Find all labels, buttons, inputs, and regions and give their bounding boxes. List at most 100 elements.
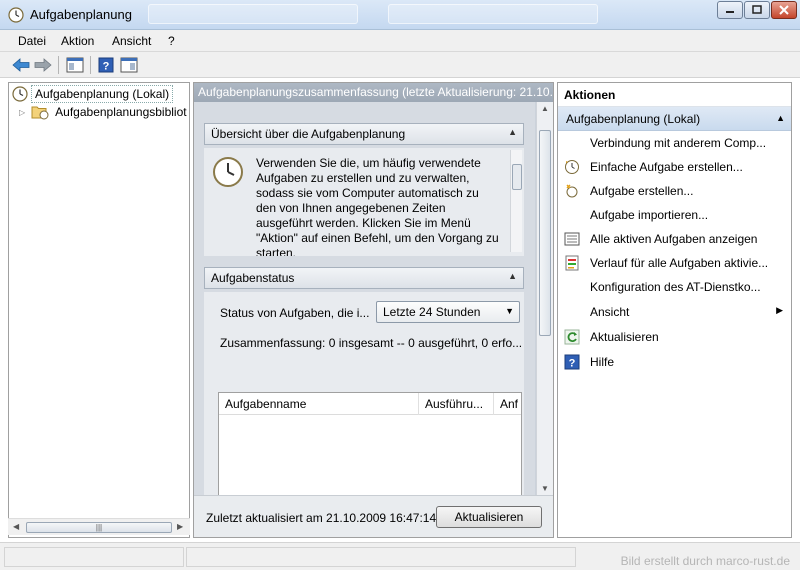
summary-footer: Zuletzt aktualisiert am 21.10.2009 16:47… — [194, 495, 553, 537]
help-button[interactable]: ? — [95, 55, 117, 75]
collapse-icon[interactable]: ▲ — [776, 113, 785, 123]
action-create-basic-task[interactable]: Einfache Aufgabe erstellen... — [558, 155, 791, 179]
summary-header: Aufgabenplanungszusammenfassung (letzte … — [194, 83, 553, 102]
chevron-down-icon: ▼ — [505, 306, 514, 316]
minimize-icon — [726, 11, 734, 13]
tree-item-library[interactable]: ▷ Aufgabenplanungsbibliot — [19, 103, 189, 121]
menu-datei[interactable]: Datei — [18, 34, 46, 48]
status-cell — [4, 547, 184, 567]
menu-bar: Datei Aktion Ansicht ? — [0, 30, 800, 52]
overview-scrollbar[interactable] — [510, 150, 522, 252]
status-section-header[interactable]: Aufgabenstatus ▲ — [204, 267, 524, 289]
refresh-button[interactable]: Aktualisieren — [436, 506, 542, 528]
scrollbar-thumb[interactable] — [512, 164, 522, 190]
svg-text:?: ? — [569, 358, 576, 370]
overview-section-header[interactable]: Übersicht über die Aufgabenplanung ▲ — [204, 123, 524, 145]
actions-group-header[interactable]: Aufgabenplanung (Lokal) ▲ — [558, 107, 791, 131]
action-label: Verbindung mit anderem Comp... — [590, 136, 767, 150]
toolbar-separator — [90, 56, 91, 74]
action-label: Aktualisieren — [590, 330, 659, 344]
tree-horizontal-scrollbar[interactable]: ◀ ||| ▶ — [8, 518, 190, 535]
status-cell — [186, 547, 576, 567]
status-period-select[interactable]: Letzte 24 Stunden ▼ — [376, 301, 520, 323]
scroll-down-icon[interactable]: ▼ — [541, 484, 549, 493]
action-help[interactable]: ? Hilfe — [558, 350, 791, 374]
close-icon — [779, 5, 789, 15]
summary-body: Übersicht über die Aufgabenplanung ▲ Ver… — [194, 102, 535, 537]
select-value: Letzte 24 Stunden — [383, 305, 481, 319]
action-import-task[interactable]: Aufgabe importieren... — [558, 203, 791, 227]
action-label: Aufgabe importieren... — [590, 208, 709, 222]
help-icon: ? — [564, 354, 580, 370]
menu-ansicht[interactable]: Ansicht — [112, 34, 151, 48]
refresh-icon — [564, 329, 580, 345]
status-filter-label: Status von Aufgaben, die i... — [220, 306, 370, 320]
maximize-icon — [752, 5, 762, 14]
console-tree: Aufgabenplanung (Lokal) ▷ Aufgabenplanun… — [8, 82, 190, 538]
tree-item-label: Aufgabenplanungsbibliot — [55, 105, 187, 119]
folder-clock-icon — [31, 106, 49, 120]
action-label: Einfache Aufgabe erstellen... — [590, 160, 743, 174]
column-header-run-result[interactable]: Ausführu... — [419, 393, 494, 415]
maximize-button[interactable] — [744, 1, 770, 19]
action-label: Alle aktiven Aufgaben anzeigen — [590, 232, 758, 246]
action-connect-computer[interactable]: Verbindung mit anderem Comp... — [558, 131, 791, 155]
menu-help[interactable]: ? — [168, 34, 175, 48]
back-button[interactable] — [10, 55, 32, 75]
action-label: Konfiguration des AT-Dienstko... — [590, 280, 761, 294]
window-title: Aufgabenplanung — [30, 7, 132, 22]
action-label: Verlauf für alle Aufgaben aktivie... — [590, 256, 769, 270]
clock-star-icon — [565, 160, 579, 174]
overview-title: Übersicht über die Aufgabenplanung — [211, 127, 406, 141]
arrow-right-icon — [34, 58, 52, 72]
task-create-icon — [566, 184, 578, 198]
overview-text: Verwenden Sie die, um häufig verwendete … — [256, 156, 499, 256]
toolbar: ? — [0, 52, 800, 78]
scroll-left-icon[interactable]: ◀ — [13, 522, 19, 531]
background-window-ghost — [388, 4, 598, 24]
show-hide-action-pane-button[interactable] — [118, 55, 140, 75]
toolbar-separator — [58, 56, 59, 74]
action-show-running-tasks[interactable]: Alle aktiven Aufgaben anzeigen — [558, 227, 791, 251]
show-hide-console-tree-button[interactable] — [64, 55, 86, 75]
action-enable-history[interactable]: Verlauf für alle Aufgaben aktivie... — [558, 251, 791, 275]
action-view-submenu[interactable]: Ansicht ▶ — [558, 300, 791, 324]
status-title: Aufgabenstatus — [211, 271, 295, 285]
status-content: Status von Aufgaben, die i... Letzte 24 … — [204, 292, 524, 502]
minimize-button[interactable] — [717, 1, 743, 19]
action-label: Aufgabe erstellen... — [590, 184, 694, 198]
watermark-text: Bild erstellt durch marco-rust.de — [620, 554, 790, 568]
column-header-start[interactable]: Anf — [494, 393, 521, 415]
action-refresh[interactable]: Aktualisieren — [558, 325, 791, 349]
clock-icon — [12, 86, 28, 102]
console-tree-icon — [66, 57, 84, 73]
collapse-icon[interactable]: ▲ — [508, 271, 517, 281]
task-list-icon — [564, 232, 580, 246]
title-bar: Aufgabenplanung — [0, 0, 800, 30]
menu-aktion[interactable]: Aktion — [61, 34, 94, 48]
action-create-task[interactable]: Aufgabe erstellen... — [558, 179, 791, 203]
tree-item-label: Aufgabenplanung (Lokal) — [31, 85, 174, 103]
summary-vertical-scrollbar[interactable]: ▲ ▼ — [536, 102, 553, 497]
tree-item-root[interactable]: Aufgabenplanung (Lokal) — [12, 85, 174, 103]
forward-button[interactable] — [32, 55, 54, 75]
action-at-service-config[interactable]: Konfiguration des AT-Dienstko... — [558, 275, 791, 299]
actions-title: Aktionen — [558, 83, 791, 107]
expand-arrow-icon[interactable]: ▷ — [19, 108, 25, 117]
scroll-up-icon[interactable]: ▲ — [541, 104, 549, 113]
scrollbar-thumb[interactable] — [539, 130, 551, 336]
history-icon — [565, 255, 579, 271]
scroll-right-icon[interactable]: ▶ — [177, 522, 183, 531]
arrow-left-icon — [12, 58, 30, 72]
clock-icon — [213, 157, 243, 187]
overview-content: Verwenden Sie die, um häufig verwendete … — [204, 148, 524, 256]
collapse-icon[interactable]: ▲ — [508, 127, 517, 137]
summary-pane: Aufgabenplanungszusammenfassung (letzte … — [193, 82, 554, 538]
close-button[interactable] — [771, 1, 797, 19]
svg-text:?: ? — [103, 61, 110, 73]
scrollbar-thumb[interactable]: ||| — [26, 522, 172, 533]
submenu-arrow-icon: ▶ — [776, 305, 783, 315]
task-status-table: Aufgabenname Ausführu... Anf — [218, 392, 522, 502]
status-summary: Zusammenfassung: 0 insgesamt -- 0 ausgef… — [220, 336, 523, 350]
column-header-task-name[interactable]: Aufgabenname — [219, 393, 419, 415]
